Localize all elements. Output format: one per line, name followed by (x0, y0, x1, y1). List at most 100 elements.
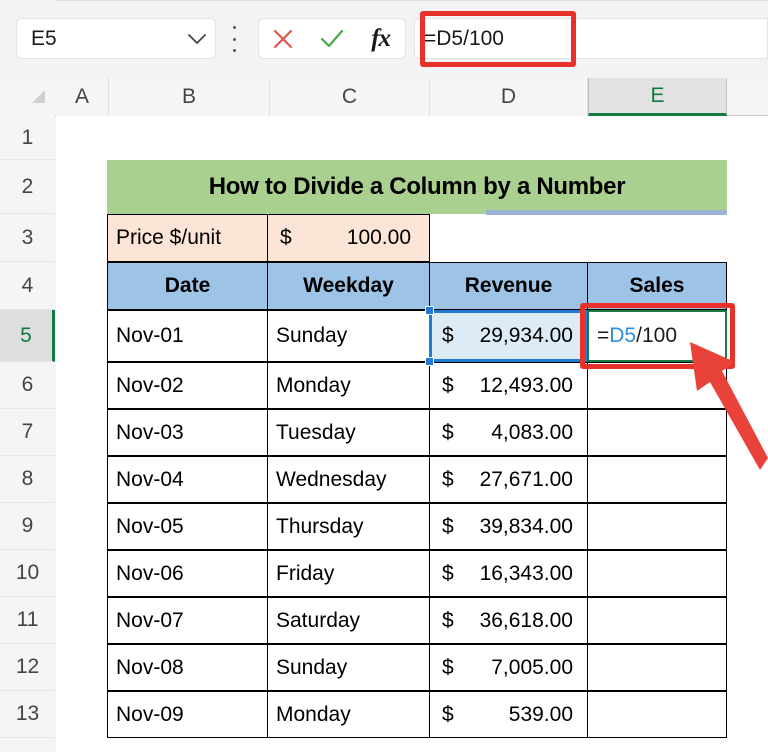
row-header-13[interactable]: 13 (0, 691, 55, 738)
cell-weekday-row-13[interactable]: Monday (267, 691, 430, 738)
cell-revenue-row-8[interactable]: $27,671.00 (429, 456, 588, 503)
cell-sales-row-8[interactable] (587, 456, 727, 503)
price-value-cell[interactable]: $ 100.00 (267, 214, 430, 262)
revenue-amount: 539.00 (508, 702, 573, 726)
cell-date-row-6[interactable]: Nov-02 (107, 362, 268, 409)
cell-revenue-row-6[interactable]: $12,493.00 (429, 362, 588, 409)
revenue-currency-symbol: $ (442, 561, 454, 585)
confirm-check-icon[interactable] (312, 22, 352, 56)
column-header-d[interactable]: D (430, 78, 588, 116)
cell-sales-row-11[interactable] (587, 597, 727, 644)
active-cell-editor[interactable]: = D5 /100 (587, 310, 727, 362)
cell-revenue-row-11[interactable]: $36,618.00 (429, 597, 588, 644)
cell-date-row-11[interactable]: Nov-07 (107, 597, 268, 644)
cell-revenue-row-9[interactable]: $39,834.00 (429, 503, 588, 550)
revenue-amount: 27,671.00 (479, 467, 573, 491)
grid-canvas: How to Divide a Column by a Number Price… (56, 116, 768, 752)
revenue-currency-symbol: $ (442, 467, 454, 491)
formula-token-equals: = (597, 324, 610, 347)
cell-date-row-12[interactable]: Nov-08 (107, 644, 268, 691)
cell-revenue-row-12[interactable]: $7,005.00 (429, 644, 588, 691)
cell-weekday-row-7[interactable]: Tuesday (267, 409, 430, 456)
cell-sales-row-9[interactable] (587, 503, 727, 550)
column-header-c[interactable]: C (270, 78, 430, 116)
revenue-amount: 12,493.00 (479, 373, 573, 397)
cell-date-row-8[interactable]: Nov-04 (107, 456, 268, 503)
column-header-a[interactable]: A (56, 78, 109, 116)
row-header-12[interactable]: 12 (0, 644, 55, 691)
column-header-e[interactable]: E (588, 78, 727, 116)
column-header-row: ABCDE (0, 78, 768, 116)
row-header-14[interactable]: 14 (0, 738, 55, 752)
column-header-sales[interactable]: Sales (587, 262, 727, 310)
cell-weekday-row-5[interactable]: Sunday (267, 310, 430, 362)
cell-revenue-row-5[interactable]: $29,934.00 (429, 310, 588, 362)
row-header-3[interactable]: 3 (0, 214, 55, 262)
row-header-1[interactable]: 1 (0, 116, 55, 160)
column-header-b[interactable]: B (109, 78, 270, 116)
cancel-x-icon[interactable] (263, 22, 303, 56)
excel-grid-window: E5 fx =D5/100 A B C D E 1 2 3 4 5 6 7 8 … (0, 0, 768, 752)
cell-weekday-row-9[interactable]: Thursday (267, 503, 430, 550)
revenue-currency-symbol: $ (442, 608, 454, 632)
vertical-dots-icon[interactable] (228, 26, 240, 52)
row-header-4[interactable]: 4 (0, 262, 55, 310)
column-header-date[interactable]: Date (107, 262, 268, 310)
column-header-weekday[interactable]: Weekday (267, 262, 430, 310)
row-header-7[interactable]: 7 (0, 409, 55, 456)
row-header-2[interactable]: 2 (0, 160, 55, 214)
cell-revenue-row-10[interactable]: $16,343.00 (429, 550, 588, 597)
chevron-down-icon[interactable] (185, 32, 215, 46)
cell-sales-row-6[interactable] (587, 362, 727, 409)
price-label-cell[interactable]: Price $/unit (107, 214, 268, 262)
fx-icon[interactable]: fx (361, 22, 401, 56)
row-header-8[interactable]: 8 (0, 456, 55, 503)
cell-date-row-10[interactable]: Nov-06 (107, 550, 268, 597)
price-amount: 100.00 (346, 226, 411, 249)
select-all-corner[interactable] (0, 78, 55, 116)
cell-date-row-9[interactable]: Nov-05 (107, 503, 268, 550)
revenue-currency-symbol: $ (442, 702, 454, 726)
revenue-currency-symbol: $ (442, 324, 454, 347)
row-header-10[interactable]: 10 (0, 550, 55, 597)
cell-weekday-row-12[interactable]: Sunday (267, 644, 430, 691)
formula-token-rest: /100 (636, 324, 677, 347)
cell-weekday-row-10[interactable]: Friday (267, 550, 430, 597)
formula-input-value: =D5/100 (424, 27, 504, 50)
cell-sales-row-10[interactable] (587, 550, 727, 597)
cell-date-row-5[interactable]: Nov-01 (107, 310, 268, 362)
cell-weekday-row-6[interactable]: Monday (267, 362, 430, 409)
revenue-amount: 16,343.00 (479, 561, 573, 585)
row-header-9[interactable]: 9 (0, 503, 55, 550)
revenue-currency-symbol: $ (442, 655, 454, 679)
cell-revenue-row-7[interactable]: $4,083.00 (429, 409, 588, 456)
revenue-amount: 39,834.00 (479, 514, 573, 538)
revenue-amount: 7,005.00 (491, 655, 573, 679)
cell-revenue-row-13[interactable]: $539.00 (429, 691, 588, 738)
revenue-amount: 4,083.00 (491, 420, 573, 444)
cell-sales-row-7[interactable] (587, 409, 727, 456)
formula-action-buttons: fx (258, 18, 406, 59)
revenue-currency-symbol: $ (442, 373, 454, 397)
cell-date-row-13[interactable]: Nov-09 (107, 691, 268, 738)
revenue-currency-symbol: $ (442, 514, 454, 538)
top-divider (55, 0, 768, 1)
row-header-5[interactable]: 5 (0, 310, 55, 362)
title-underline-bar (486, 210, 727, 215)
name-box[interactable]: E5 (16, 18, 216, 59)
sheet-title-cell[interactable]: How to Divide a Column by a Number (107, 160, 727, 214)
revenue-amount: 29,934.00 (479, 324, 573, 347)
formula-token-reference: D5 (609, 324, 637, 347)
cell-weekday-row-8[interactable]: Wednesday (267, 456, 430, 503)
column-header-revenue[interactable]: Revenue (429, 262, 588, 310)
row-header-strip: 1234567891011121314 (0, 116, 55, 752)
cell-sales-row-12[interactable] (587, 644, 727, 691)
cell-weekday-row-11[interactable]: Saturday (267, 597, 430, 644)
cell-sales-row-13[interactable] (587, 691, 727, 738)
cell-date-row-7[interactable]: Nov-03 (107, 409, 268, 456)
row-header-6[interactable]: 6 (0, 362, 55, 409)
revenue-currency-symbol: $ (442, 420, 454, 444)
name-box-value: E5 (31, 26, 57, 50)
revenue-amount: 36,618.00 (479, 608, 573, 632)
row-header-11[interactable]: 11 (0, 597, 55, 644)
